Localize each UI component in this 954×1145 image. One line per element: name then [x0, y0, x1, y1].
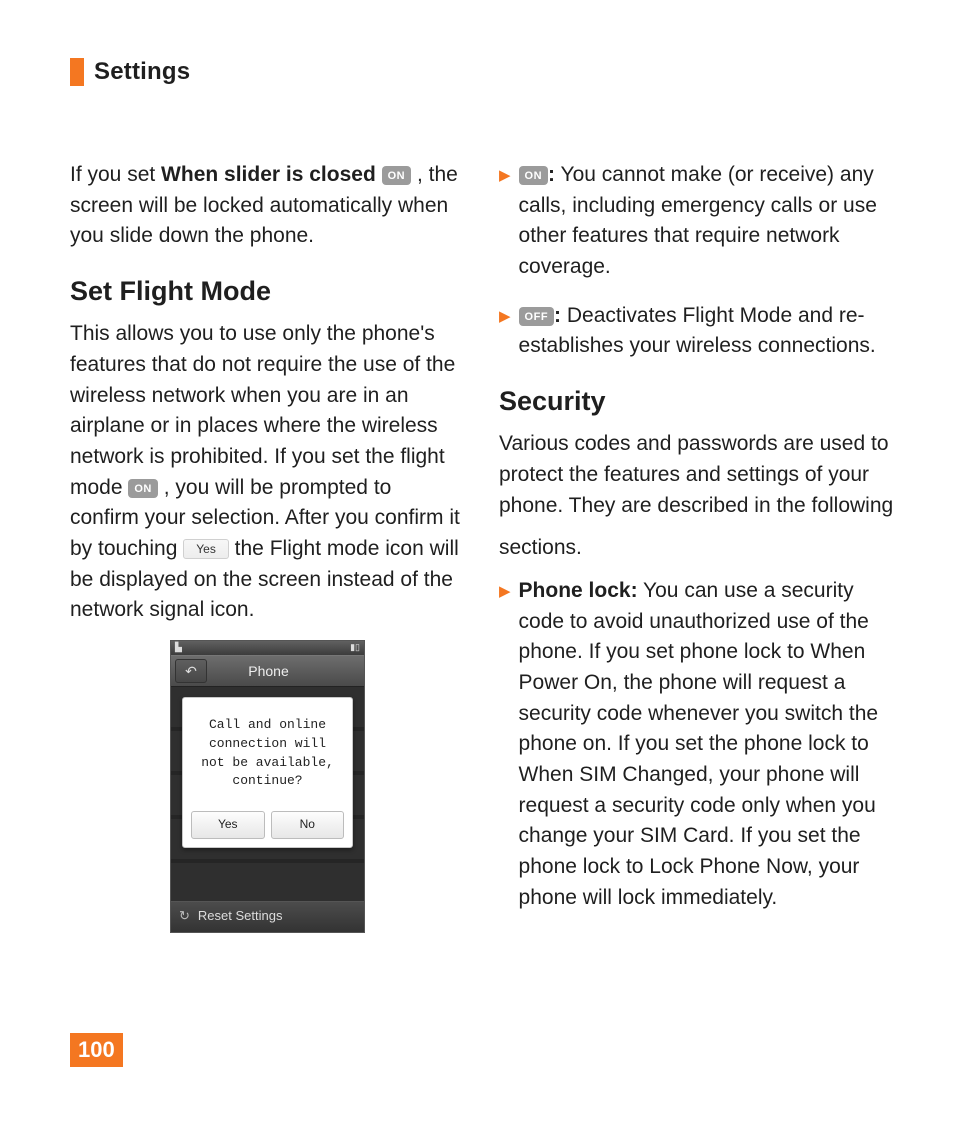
bullet-arrow-icon: ▶ — [499, 306, 511, 362]
signal-icon: ▙ — [175, 641, 182, 654]
header-marker — [70, 58, 84, 86]
dialog-line: Call and online — [191, 716, 344, 735]
phone-lock-bullet: ▶ Phone lock: You can use a security cod… — [499, 576, 894, 913]
bullet-content: OFF: Deactivates Flight Mode and re-esta… — [519, 301, 894, 362]
dialog-line: not be available, — [191, 754, 344, 773]
left-column: If you set When slider is closed ON , th… — [70, 160, 465, 933]
flight-mode-paragraph: This allows you to use only the phone's … — [70, 319, 465, 626]
phone-body: Call and online connection will not be a… — [171, 687, 364, 903]
off-bullet: ▶ OFF: Deactivates Flight Mode and re-es… — [499, 301, 894, 362]
right-column: ▶ ON: You cannot make (or receive) any c… — [499, 160, 894, 933]
security-intro-paragraph: Various codes and passwords are used to … — [499, 429, 894, 521]
security-heading: Security — [499, 382, 894, 421]
sections-word: sections. — [499, 533, 894, 564]
text: This allows you to use only the phone's … — [70, 322, 455, 498]
dialog-line: connection will — [191, 735, 344, 754]
text: You can use a security code to avoid una… — [519, 579, 879, 909]
colon: : — [548, 163, 555, 186]
bullet-content: ON: You cannot make (or receive) any cal… — [519, 160, 894, 283]
bullet-arrow-icon: ▶ — [499, 165, 511, 283]
no-button[interactable]: No — [271, 811, 345, 839]
on-badge-icon: ON — [519, 166, 549, 185]
dialog-buttons: Yes No — [191, 811, 344, 839]
phone-screen-title: Phone — [207, 661, 330, 681]
yes-chip-icon: Yes — [183, 539, 229, 560]
bullet-arrow-icon: ▶ — [499, 581, 511, 913]
on-badge-icon: ON — [128, 479, 158, 498]
slider-closed-bold: When slider is closed — [161, 163, 376, 186]
two-column-layout: If you set When slider is closed ON , th… — [70, 160, 894, 933]
colon: : — [554, 304, 561, 327]
phone-footer-bar: ↻ Reset Settings — [171, 901, 364, 932]
page-number: 100 — [70, 1033, 123, 1067]
on-badge-icon: ON — [382, 166, 412, 185]
off-badge-icon: OFF — [519, 307, 555, 326]
text: You cannot make (or receive) any calls, … — [519, 163, 877, 278]
confirm-dialog: Call and online connection will not be a… — [182, 697, 353, 848]
phone-title-bar: ↶ Phone — [171, 655, 364, 687]
on-bullet: ▶ ON: You cannot make (or receive) any c… — [499, 160, 894, 283]
phone-frame: ▙ ▮▯ ↶ Phone Call and online connection … — [170, 640, 365, 933]
text: Deactivates Flight Mode and re-establish… — [519, 304, 876, 358]
back-button[interactable]: ↶ — [175, 659, 207, 683]
reset-icon: ↻ — [179, 907, 190, 926]
battery-icon: ▮▯ — [350, 641, 360, 654]
phone-lock-label: Phone lock: — [519, 579, 638, 602]
yes-button[interactable]: Yes — [191, 811, 265, 839]
dialog-line: continue? — [191, 772, 344, 791]
section-title: Settings — [94, 58, 190, 86]
text: If you set — [70, 163, 161, 186]
set-flight-mode-heading: Set Flight Mode — [70, 272, 465, 311]
page-header: Settings — [70, 58, 894, 86]
phone-screenshot: ▙ ▮▯ ↶ Phone Call and online connection … — [70, 640, 465, 933]
phone-status-bar: ▙ ▮▯ — [171, 641, 364, 655]
bullet-content: Phone lock: You can use a security code … — [519, 576, 894, 913]
dialog-message: Call and online connection will not be a… — [191, 716, 344, 791]
slider-closed-paragraph: If you set When slider is closed ON , th… — [70, 160, 465, 252]
reset-settings-label: Reset Settings — [198, 907, 283, 926]
manual-page: Settings If you set When slider is close… — [0, 0, 954, 1145]
